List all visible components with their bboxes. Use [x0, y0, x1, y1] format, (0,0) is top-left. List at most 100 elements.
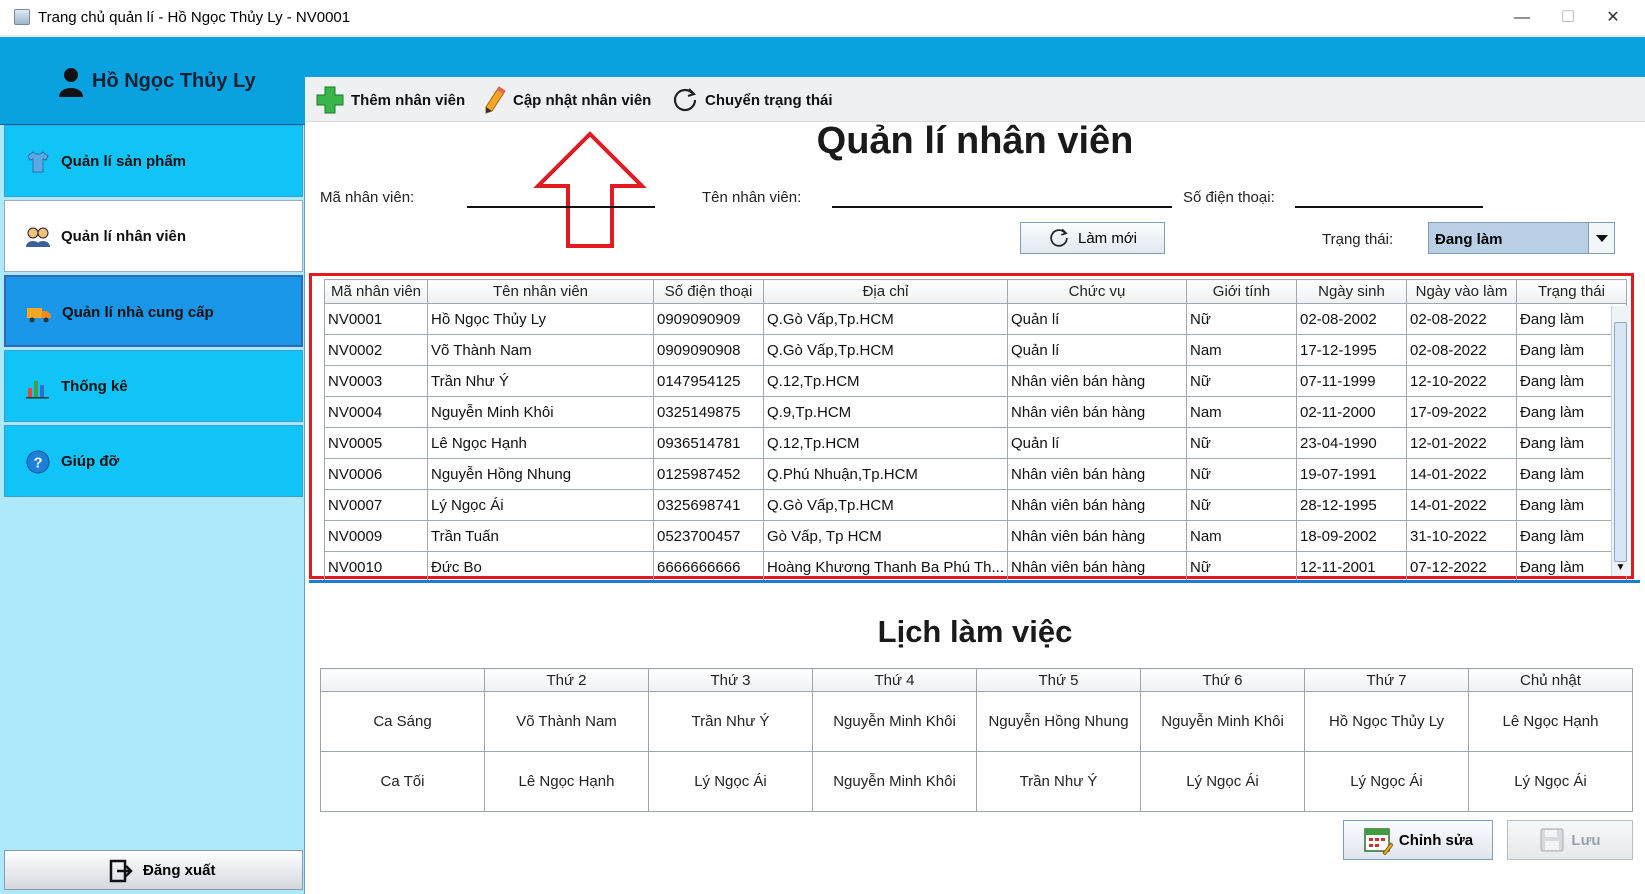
table-cell[interactable]: 0936514781 — [653, 427, 764, 459]
table-cell[interactable]: 0909090909 — [653, 303, 764, 335]
table-row[interactable]: NV0009 Trần Tuấn 0523700457 Gò Vấp, Tp HCM N… — [324, 520, 1627, 552]
schedule-cell[interactable]: Trần Như Ý — [648, 691, 813, 752]
table-cell[interactable]: 0523700457 — [653, 520, 764, 552]
table-cell[interactable]: Quản lí — [1006, 427, 1187, 459]
table-cell[interactable]: Đang làm — [1515, 520, 1627, 552]
column-header[interactable]: Thứ 4 — [812, 668, 977, 692]
column-header[interactable]: Mã nhân viên — [324, 279, 428, 304]
schedule-cell[interactable]: Lý Ngọc Ái — [1304, 751, 1469, 812]
table-cell[interactable]: Lý Ngọc Ái — [427, 489, 654, 521]
table-cell[interactable]: 0125987452 — [653, 458, 764, 490]
phone-field[interactable] — [1295, 190, 1483, 208]
column-header[interactable]: Thứ 5 — [976, 668, 1141, 692]
sidebar-item-help[interactable]: ? Giúp đỡ — [4, 425, 303, 497]
table-cell[interactable]: Đang làm — [1515, 489, 1627, 521]
schedule-cell[interactable]: Lý Ngọc Ái — [648, 751, 813, 812]
table-cell[interactable]: Nguyễn Hồng Nhung — [427, 458, 654, 490]
column-header[interactable]: Thứ 7 — [1304, 668, 1469, 692]
schedule-cell[interactable]: Lý Ngọc Ái — [1468, 751, 1633, 812]
table-cell[interactable]: Nhân viên bán hàng — [1006, 365, 1187, 397]
employee-name-input[interactable] — [832, 190, 1172, 206]
table-cell[interactable]: Nữ — [1185, 365, 1297, 397]
table-cell[interactable]: Võ Thành Nam — [427, 334, 654, 366]
table-cell[interactable]: 14-01-2022 — [1405, 489, 1517, 521]
column-header[interactable]: Số điện thoại — [653, 279, 764, 304]
column-header[interactable]: Chức vụ — [1006, 279, 1187, 304]
table-cell[interactable]: Đang làm — [1515, 334, 1627, 366]
schedule-cell[interactable]: Lê Ngọc Hạnh — [484, 751, 649, 812]
table-cell[interactable]: Nữ — [1185, 458, 1297, 490]
table-row[interactable]: NV0010 Đức Bo 6666666666 Hoàng Khương Thanh… — [324, 551, 1627, 583]
table-cell[interactable]: 0325149875 — [653, 396, 764, 428]
table-cell[interactable]: Q.Phú Nhuận,Tp.HCM — [763, 458, 1008, 490]
table-cell[interactable]: Quản lí — [1006, 334, 1187, 366]
table-row[interactable]: NV0003 Trần Như Ý 0147954125 Q.12,Tp.HCM Nhâ… — [324, 365, 1627, 397]
schedule-cell[interactable]: Lê Ngọc Hạnh — [1468, 691, 1633, 752]
table-cell[interactable]: NV0004 — [324, 396, 428, 428]
table-cell[interactable]: Đang làm — [1515, 396, 1627, 428]
chevron-down-icon[interactable] — [1588, 223, 1614, 253]
table-row[interactable]: NV0005 Lê Ngọc Hạnh 0936514781 Q.12,Tp.HCM Q… — [324, 427, 1627, 459]
table-cell[interactable]: 02-11-2000 — [1295, 396, 1407, 428]
sidebar-item-suppliers[interactable]: Quản lí nhà cung cấp — [4, 275, 303, 347]
table-cell[interactable]: Nhân viên bán hàng — [1006, 396, 1187, 428]
table-row[interactable]: NV0002 Võ Thành Nam 0909090908 Q.Gò Vấp,Tp.… — [324, 334, 1627, 366]
table-cell[interactable]: 07-12-2022 — [1405, 551, 1517, 583]
scroll-down-icon[interactable]: ▼ — [1612, 560, 1629, 576]
column-header[interactable] — [320, 668, 485, 692]
column-header[interactable]: Ngày vào làm — [1405, 279, 1517, 304]
table-cell[interactable]: Đang làm — [1515, 458, 1627, 490]
table-row[interactable]: NV0001 Hồ Ngọc Thủy Ly 0909090909 Q.Gò Vấp,… — [324, 303, 1627, 335]
edit-schedule-button[interactable]: Chỉnh sửa — [1343, 820, 1493, 860]
table-row[interactable]: NV0007 Lý Ngọc Ái 0325698741 Q.Gò Vấp,Tp.HC… — [324, 489, 1627, 521]
table-cell[interactable]: Hồ Ngọc Thủy Ly — [427, 303, 654, 335]
table-cell[interactable]: Nhân viên bán hàng — [1006, 551, 1187, 583]
table-cell[interactable]: Nữ — [1185, 427, 1297, 459]
table-cell[interactable]: Đức Bo — [427, 551, 654, 583]
table-cell[interactable]: Nữ — [1185, 489, 1297, 521]
table-cell[interactable]: Gò Vấp, Tp HCM — [763, 520, 1008, 552]
table-row[interactable]: NV0004 Nguyễn Minh Khôi 0325149875 Q.9,Tp.H… — [324, 396, 1627, 428]
table-scrollbar[interactable]: ▼ — [1611, 306, 1629, 576]
employee-id-field[interactable] — [467, 190, 655, 208]
table-cell[interactable]: 12-01-2022 — [1405, 427, 1517, 459]
table-cell[interactable]: 02-08-2002 — [1295, 303, 1407, 335]
table-cell[interactable]: NV0006 — [324, 458, 428, 490]
table-cell[interactable]: Q.Gò Vấp,Tp.HCM — [763, 303, 1008, 335]
table-cell[interactable]: 19-07-1991 — [1295, 458, 1407, 490]
table-cell[interactable]: 0325698741 — [653, 489, 764, 521]
table-cell[interactable]: Q.12,Tp.HCM — [763, 365, 1008, 397]
table-cell[interactable]: 17-09-2022 — [1405, 396, 1517, 428]
table-cell[interactable]: Nhân viên bán hàng — [1006, 520, 1187, 552]
table-cell[interactable]: 17-12-1995 — [1295, 334, 1407, 366]
table-cell[interactable]: 31-10-2022 — [1405, 520, 1517, 552]
table-cell[interactable]: 0909090908 — [653, 334, 764, 366]
minimize-button[interactable]: — — [1499, 4, 1545, 32]
table-cell[interactable]: Đang làm — [1515, 551, 1627, 583]
employee-name-field[interactable] — [832, 190, 1172, 208]
column-header[interactable]: Thứ 3 — [648, 668, 813, 692]
phone-input[interactable] — [1295, 190, 1483, 206]
schedule-cell[interactable]: Nguyễn Minh Khôi — [1140, 691, 1305, 752]
refresh-button[interactable]: Làm mới — [1020, 222, 1165, 254]
column-header[interactable]: Chủ nhật — [1468, 668, 1633, 692]
table-cell[interactable]: 02-08-2022 — [1405, 334, 1517, 366]
table-cell[interactable]: 28-12-1995 — [1295, 489, 1407, 521]
table-cell[interactable]: 12-11-2001 — [1295, 551, 1407, 583]
status-select[interactable]: Đang làm — [1428, 222, 1615, 254]
table-cell[interactable]: 23-04-1990 — [1295, 427, 1407, 459]
sidebar-item-statistics[interactable]: Thống kê — [4, 350, 303, 422]
schedule-cell[interactable]: Lý Ngọc Ái — [1140, 751, 1305, 812]
table-cell[interactable]: Nhân viên bán hàng — [1006, 489, 1187, 521]
table-cell[interactable]: 0147954125 — [653, 365, 764, 397]
table-cell[interactable]: Nam — [1185, 520, 1297, 552]
maximize-button[interactable]: ☐ — [1545, 4, 1591, 32]
table-cell[interactable]: Quản lí — [1006, 303, 1187, 335]
table-cell[interactable]: 14-01-2022 — [1405, 458, 1517, 490]
table-cell[interactable]: NV0005 — [324, 427, 428, 459]
table-cell[interactable]: Nữ — [1185, 551, 1297, 583]
update-employee-button[interactable]: Cập nhật nhân viên — [483, 83, 651, 117]
table-cell[interactable]: 12-10-2022 — [1405, 365, 1517, 397]
table-cell[interactable]: Q.12,Tp.HCM — [763, 427, 1008, 459]
schedule-cell[interactable]: Nguyễn Minh Khôi — [812, 751, 977, 812]
